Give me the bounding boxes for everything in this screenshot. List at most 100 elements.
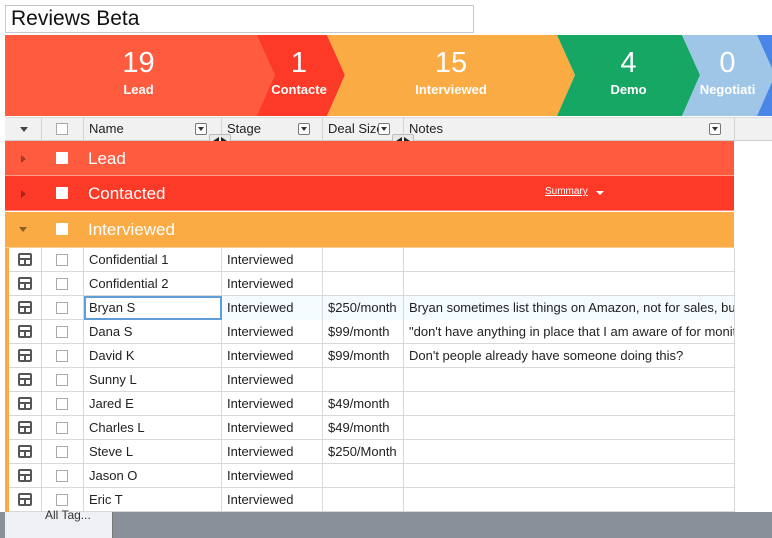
group-row-contacted[interactable]: Contacted Summary	[5, 176, 734, 211]
cell-name[interactable]: Steve L	[84, 440, 222, 464]
row-expand-icon[interactable]	[18, 349, 32, 362]
cell-notes[interactable]	[404, 368, 735, 392]
cell-name[interactable]: Charles L	[84, 416, 222, 440]
group-row-lead[interactable]: Lead	[5, 141, 734, 176]
expand-icon[interactable]	[21, 155, 26, 163]
stage-lead[interactable]: 19 Lead	[5, 35, 272, 116]
group-contacted-checkbox[interactable]	[56, 187, 68, 199]
stage-demo[interactable]: 4 Demo	[570, 35, 687, 116]
header-notes[interactable]: Notes	[404, 118, 735, 141]
table-row[interactable]: Sunny L Interviewed	[5, 368, 735, 392]
cell-deal-size[interactable]	[323, 488, 404, 512]
stage-contacted[interactable]: 1 Contacte	[267, 35, 331, 116]
expand-icon[interactable]	[21, 190, 26, 198]
cell-deal-size[interactable]: $49/month	[323, 416, 404, 440]
stage-interviewed[interactable]: 15 Interviewed	[340, 35, 562, 116]
row-expand-icon[interactable]	[18, 469, 32, 482]
header-menu-cell[interactable]	[5, 118, 42, 141]
select-all-checkbox[interactable]	[56, 123, 68, 135]
row-handle-cell[interactable]	[5, 392, 42, 416]
row-checkbox[interactable]	[56, 326, 68, 338]
row-handle-cell[interactable]	[5, 248, 42, 272]
row-expand-icon[interactable]	[18, 301, 32, 314]
table-row[interactable]: Eric T Interviewed	[5, 488, 735, 512]
row-expand-icon[interactable]	[18, 373, 32, 386]
cell-name[interactable]: Jason O	[84, 464, 222, 488]
group-row-interviewed[interactable]: Interviewed	[5, 212, 734, 248]
cell-stage[interactable]: Interviewed	[222, 488, 323, 512]
cell-deal-size[interactable]: $99/month	[323, 344, 404, 368]
deal-size-column-dropdown-icon[interactable]	[378, 123, 390, 135]
row-handle-cell[interactable]	[5, 344, 42, 368]
cell-notes[interactable]: Don't people already have someone doing …	[404, 344, 735, 368]
cell-stage[interactable]: Interviewed	[222, 272, 323, 296]
cell-deal-size[interactable]	[323, 248, 404, 272]
cell-name[interactable]: Confidential 1	[84, 248, 222, 272]
row-expand-icon[interactable]	[18, 277, 32, 290]
row-expand-icon[interactable]	[18, 493, 32, 506]
row-checkbox[interactable]	[56, 398, 68, 410]
stage-column-dropdown-icon[interactable]	[298, 123, 310, 135]
table-row[interactable]: David K Interviewed $99/month Don't peop…	[5, 344, 735, 368]
header-menu-icon[interactable]	[20, 127, 28, 132]
group-lead-checkbox[interactable]	[56, 152, 68, 164]
row-checkbox[interactable]	[56, 470, 68, 482]
table-row[interactable]: Charles L Interviewed $49/month	[5, 416, 735, 440]
cell-notes[interactable]	[404, 464, 735, 488]
row-expand-icon[interactable]	[18, 445, 32, 458]
cell-stage[interactable]: Interviewed	[222, 248, 323, 272]
row-checkbox[interactable]	[56, 350, 68, 362]
row-checkbox[interactable]	[56, 302, 68, 314]
cell-deal-size[interactable]: $99/month	[323, 320, 404, 344]
cell-notes[interactable]	[404, 272, 735, 296]
table-row[interactable]: Steve L Interviewed $250/Month	[5, 440, 735, 464]
table-row[interactable]: Dana S Interviewed $99/month "don't have…	[5, 320, 735, 344]
row-checkbox[interactable]	[56, 446, 68, 458]
cell-deal-size[interactable]: $250/month	[323, 296, 404, 320]
table-row[interactable]: Jason O Interviewed	[5, 464, 735, 488]
stage-negotiation[interactable]: 0 Negotiati	[697, 35, 758, 116]
row-handle-cell[interactable]	[5, 464, 42, 488]
cell-name[interactable]: Sunny L	[84, 368, 222, 392]
row-handle-cell[interactable]	[5, 320, 42, 344]
cell-stage[interactable]: Interviewed	[222, 440, 323, 464]
cell-stage[interactable]: Interviewed	[222, 368, 323, 392]
cell-stage[interactable]: Interviewed	[222, 464, 323, 488]
row-checkbox[interactable]	[56, 254, 68, 266]
row-expand-icon[interactable]	[18, 253, 32, 266]
cell-name[interactable]: Jared E	[84, 392, 222, 416]
row-handle-cell[interactable]	[5, 416, 42, 440]
cell-name[interactable]: Confidential 2	[84, 272, 222, 296]
name-column-dropdown-icon[interactable]	[195, 123, 207, 135]
group-interviewed-checkbox[interactable]	[56, 223, 68, 235]
header-name[interactable]: Name	[84, 118, 222, 141]
table-row[interactable]: Jared E Interviewed $49/month	[5, 392, 735, 416]
cell-notes[interactable]	[404, 440, 735, 464]
summary-caret-icon[interactable]	[596, 191, 604, 195]
cell-stage[interactable]: Interviewed	[222, 392, 323, 416]
row-handle-cell[interactable]	[5, 296, 42, 320]
cell-name-selected[interactable]: Bryan S	[84, 296, 222, 320]
row-expand-icon[interactable]	[18, 325, 32, 338]
cell-deal-size[interactable]	[323, 464, 404, 488]
cell-notes[interactable]: "don't have anything in place that I am …	[404, 320, 735, 344]
row-handle-cell[interactable]	[5, 440, 42, 464]
sheet-title-input[interactable]: Reviews Beta	[5, 5, 474, 33]
cell-name[interactable]: Eric T	[84, 488, 222, 512]
row-checkbox[interactable]	[56, 494, 68, 506]
row-checkbox[interactable]	[56, 278, 68, 290]
cell-stage[interactable]: Interviewed	[222, 320, 323, 344]
cell-notes[interactable]	[404, 248, 735, 272]
notes-column-dropdown-icon[interactable]	[709, 123, 721, 135]
row-handle-cell[interactable]	[5, 368, 42, 392]
row-handle-cell[interactable]	[5, 488, 42, 512]
cell-name[interactable]: Dana S	[84, 320, 222, 344]
cell-notes[interactable]: Bryan sometimes list things on Amazon, n…	[404, 296, 735, 320]
cell-notes[interactable]	[404, 488, 735, 512]
cell-stage[interactable]: Interviewed	[222, 416, 323, 440]
row-expand-icon[interactable]	[18, 397, 32, 410]
cell-deal-size[interactable]: $49/month	[323, 392, 404, 416]
cell-notes[interactable]	[404, 392, 735, 416]
cell-stage[interactable]: Interviewed	[222, 296, 323, 320]
row-expand-icon[interactable]	[18, 421, 32, 434]
